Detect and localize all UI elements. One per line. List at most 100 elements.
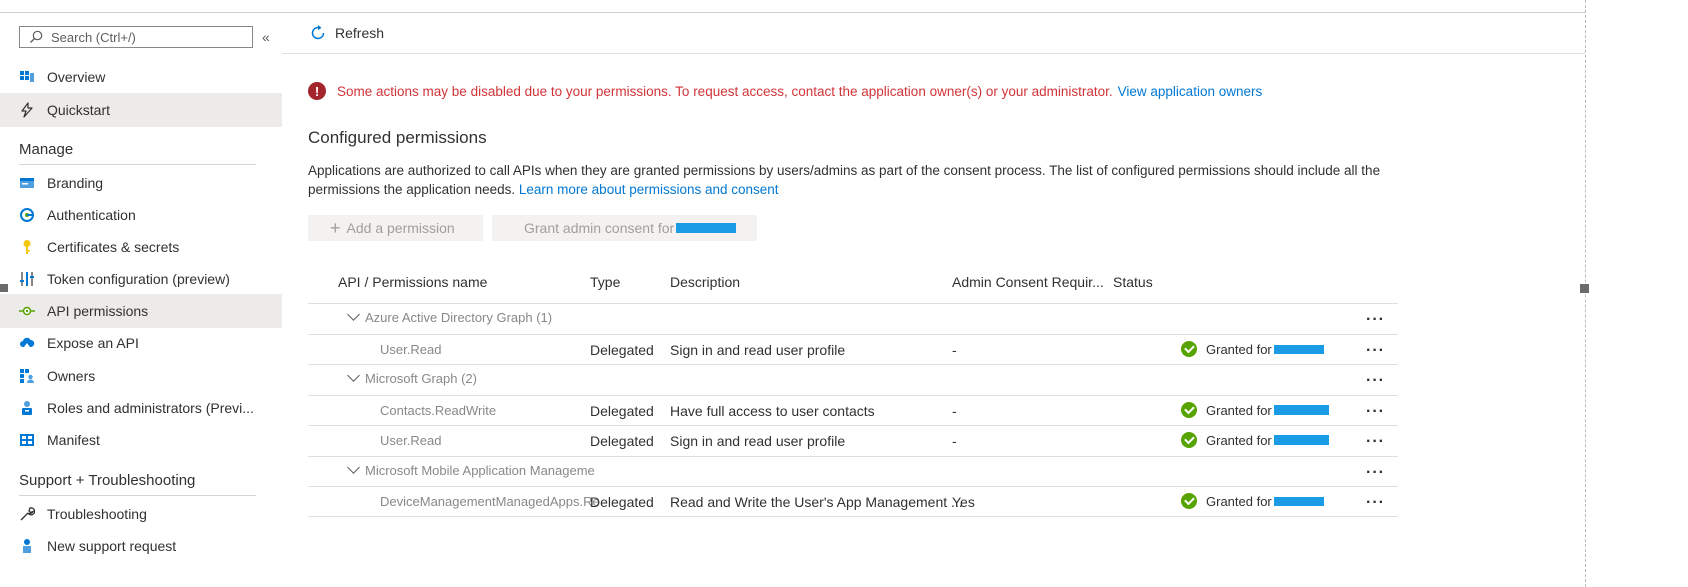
- alert-message: Some actions may be disabled due to your…: [337, 83, 1113, 99]
- quickstart-icon: [21, 102, 33, 118]
- permission-name[interactable]: DeviceManagementManagedApps.Re: [380, 494, 600, 509]
- learn-more-link[interactable]: Learn more about permissions and consent: [519, 182, 779, 197]
- more-options-button[interactable]: ···: [1366, 404, 1385, 420]
- authentication-icon: [20, 208, 34, 222]
- sidebar-item-overview[interactable]: Overview: [0, 60, 282, 94]
- sidebar-item-label: Quickstart: [47, 102, 111, 118]
- sidebar-item-new-support-request[interactable]: New support request: [0, 529, 282, 563]
- refresh-icon: [311, 25, 325, 40]
- more-options-button[interactable]: ···: [1366, 343, 1385, 359]
- chevron-down-icon: [347, 369, 360, 382]
- status-badge: Granted for: [1181, 493, 1324, 509]
- sidebar-item-label: API permissions: [47, 303, 149, 319]
- collapse-sidebar-button[interactable]: «: [262, 29, 270, 45]
- more-options-button[interactable]: ···: [1366, 434, 1385, 450]
- divider: [308, 456, 1398, 457]
- permission-description: Sign in and read user profile: [670, 342, 846, 358]
- sidebar-item-label: Roles and administrators (Previ...: [47, 400, 254, 416]
- refresh-label: Refresh: [335, 25, 385, 41]
- sidebar-item-label: Owners: [47, 368, 96, 384]
- sidebar-item-branding[interactable]: Branding: [0, 166, 282, 200]
- error-icon: !: [308, 82, 326, 100]
- refresh-button[interactable]: Refresh: [310, 25, 384, 41]
- sidebar-item-manifest[interactable]: Manifest: [0, 423, 282, 457]
- divider: [308, 395, 1398, 396]
- check-circle-icon: [1181, 341, 1197, 357]
- sidebar-item-label: Authentication: [47, 207, 136, 223]
- permissions-alert: ! Some actions may be disabled due to yo…: [308, 82, 1262, 100]
- more-options-button[interactable]: ···: [1366, 312, 1385, 328]
- permission-name[interactable]: Contacts.ReadWrite: [380, 403, 496, 418]
- status-badge: Granted for: [1181, 402, 1329, 418]
- group-name: Microsoft Graph (2): [347, 369, 477, 386]
- section-description: Applications are authorized to call APIs…: [308, 161, 1388, 199]
- branding-icon: [20, 178, 34, 188]
- more-options-button[interactable]: ···: [1366, 495, 1385, 511]
- status-badge: Granted for: [1181, 341, 1324, 357]
- sidebar-item-expose-api[interactable]: Expose an API: [0, 326, 282, 360]
- group-name: Azure Active Directory Graph (1): [347, 308, 553, 325]
- api-permissions-icon: [19, 306, 35, 316]
- sidebar-search-box[interactable]: [19, 26, 253, 48]
- divider: [308, 303, 1398, 304]
- divider: [19, 164, 256, 165]
- group-label: Microsoft Mobile Application Manageme: [365, 463, 595, 478]
- sidebar-item-certificates[interactable]: Certificates & secrets: [0, 230, 282, 264]
- permission-description: Have full access to user contacts: [670, 403, 875, 419]
- plus-icon: +: [330, 217, 341, 238]
- sidebar-item-quickstart[interactable]: Quickstart: [0, 93, 282, 127]
- key-icon: [23, 240, 31, 254]
- roles-icon: [22, 401, 32, 415]
- column-header-description[interactable]: Description: [670, 274, 740, 290]
- permission-type: Delegated: [590, 403, 654, 419]
- divider: [308, 334, 1398, 335]
- command-bar: Refresh: [282, 13, 1585, 54]
- permission-description: Sign in and read user profile: [670, 433, 846, 449]
- check-circle-icon: [1181, 493, 1197, 509]
- sidebar-item-authentication[interactable]: Authentication: [0, 198, 282, 232]
- status-text: Granted for: [1206, 402, 1272, 418]
- column-header-name[interactable]: API / Permissions name: [338, 274, 487, 290]
- sidebar-item-troubleshooting[interactable]: Troubleshooting: [0, 497, 282, 531]
- permission-name[interactable]: User.Read: [380, 342, 441, 357]
- add-permission-button[interactable]: + Add a permission: [308, 215, 483, 241]
- search-input[interactable]: [49, 28, 243, 46]
- view-application-owners-link[interactable]: View application owners: [1118, 84, 1263, 99]
- cloud-icon: [20, 337, 35, 347]
- sidebar-item-label: Token configuration (preview): [47, 271, 230, 287]
- sidebar-item-roles-administrators[interactable]: Roles and administrators (Previ...: [0, 391, 282, 425]
- check-circle-icon: [1181, 432, 1197, 448]
- sidebar-item-owners[interactable]: Owners: [0, 359, 282, 393]
- sidebar-item-label: New support request: [47, 538, 177, 554]
- token-icon: [20, 272, 34, 286]
- group-label: Azure Active Directory Graph (1): [365, 310, 553, 325]
- column-header-status[interactable]: Status: [1113, 274, 1153, 290]
- section-header-support: Support + Troubleshooting: [19, 472, 196, 489]
- add-permission-label: Add a permission: [346, 220, 455, 236]
- admin-consent-required: Yes: [952, 494, 975, 510]
- sidebar-item-token-configuration[interactable]: Token configuration (preview): [0, 262, 282, 296]
- description-text: Applications are authorized to call APIs…: [308, 163, 1381, 197]
- wrench-icon: [20, 507, 35, 521]
- chevron-down-icon: [347, 308, 360, 321]
- resize-handle-right[interactable]: [1580, 284, 1589, 293]
- column-header-admin-consent[interactable]: Admin Consent Requir...: [952, 274, 1104, 290]
- more-options-button[interactable]: ···: [1366, 373, 1385, 389]
- person-icon: [23, 539, 31, 553]
- grant-admin-consent-button[interactable]: Grant admin consent for: [492, 215, 757, 241]
- sidebar-item-api-permissions[interactable]: API permissions: [0, 294, 282, 328]
- sidebar-item-label: Overview: [47, 69, 106, 85]
- more-options-button[interactable]: ···: [1366, 465, 1385, 481]
- column-header-type[interactable]: Type: [590, 274, 620, 290]
- check-circle-icon: [1181, 402, 1197, 418]
- manifest-icon: [20, 434, 34, 446]
- section-header-manage: Manage: [19, 141, 74, 158]
- divider: [19, 495, 256, 496]
- grant-admin-consent-label: Grant admin consent for: [524, 220, 675, 236]
- permission-name[interactable]: User.Read: [380, 433, 441, 448]
- status-text: Granted for: [1206, 341, 1272, 357]
- permission-type: Delegated: [590, 342, 654, 358]
- window-right-border: [1585, 0, 1586, 587]
- sidebar-item-label: Certificates & secrets: [47, 239, 180, 255]
- divider: [308, 486, 1398, 487]
